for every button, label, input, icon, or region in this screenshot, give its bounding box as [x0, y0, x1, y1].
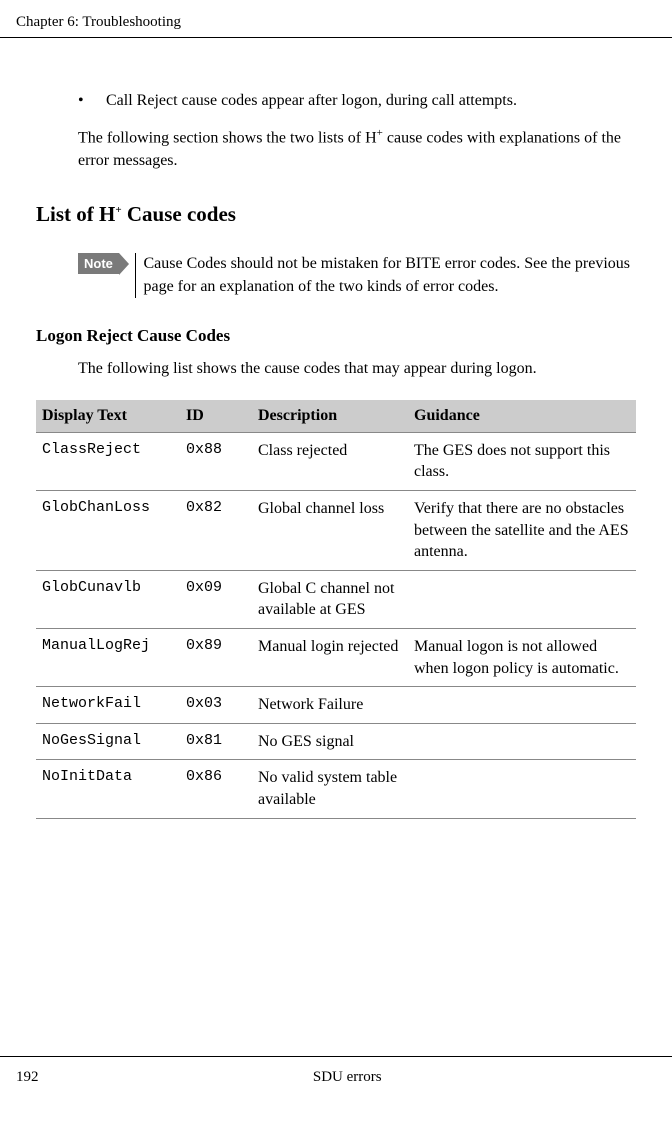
note-text: Cause Codes should not be mistaken for B… — [135, 253, 636, 298]
cell-id: 0x86 — [180, 760, 252, 818]
cell-desc: Network Failure — [252, 687, 408, 724]
cell-desc: Class rejected — [252, 432, 408, 490]
footer-title: SDU errors — [39, 1069, 657, 1086]
th-id: ID — [180, 400, 252, 433]
note-callout: Note Cause Codes should not be mistaken … — [78, 253, 636, 298]
cell-display: NoGesSignal — [36, 723, 180, 760]
table-row: ManualLogRej 0x89 Manual login rejected … — [36, 629, 636, 687]
section-title-b: Cause codes — [122, 202, 236, 226]
cell-display: GlobChanLoss — [36, 491, 180, 571]
cell-id: 0x89 — [180, 629, 252, 687]
table-row: NetworkFail 0x03 Network Failure — [36, 687, 636, 724]
chapter-label: Chapter 6: Troubleshooting — [16, 14, 181, 30]
footer-page-number: 192 — [16, 1069, 39, 1086]
cell-display: ManualLogRej — [36, 629, 180, 687]
cell-guidance — [408, 723, 636, 760]
sub-paragraph: The following list shows the cause codes… — [78, 360, 636, 378]
cell-desc: Manual login rejected — [252, 629, 408, 687]
table-row: ClassReject 0x88 Class rejected The GES … — [36, 432, 636, 490]
bullet-dot: • — [78, 92, 106, 110]
bullet-item: • Call Reject cause codes appear after l… — [78, 92, 636, 110]
cell-guidance — [408, 760, 636, 818]
table-row: GlobCunavlb 0x09 Global C channel not av… — [36, 570, 636, 628]
table-row: GlobChanLoss 0x82 Global channel loss Ve… — [36, 491, 636, 571]
cell-desc: No GES signal — [252, 723, 408, 760]
cell-display: NetworkFail — [36, 687, 180, 724]
page-content: • Call Reject cause codes appear after l… — [0, 38, 672, 819]
page-header: Chapter 6: Troubleshooting — [0, 0, 672, 38]
cell-guidance: Manual logon is not allowed when logon p… — [408, 629, 636, 687]
cell-id: 0x03 — [180, 687, 252, 724]
table-header-row: Display Text ID Description Guidance — [36, 400, 636, 433]
intro-text-a: The following section shows the two list… — [78, 129, 377, 146]
bullet-text: Call Reject cause codes appear after log… — [106, 92, 517, 110]
cell-id: 0x88 — [180, 432, 252, 490]
cell-guidance — [408, 570, 636, 628]
intro-paragraph: The following section shows the two list… — [78, 126, 636, 172]
cell-guidance — [408, 687, 636, 724]
table-row: NoGesSignal 0x81 No GES signal — [36, 723, 636, 760]
cell-id: 0x09 — [180, 570, 252, 628]
section-heading: List of H+ Cause codes — [36, 202, 636, 227]
table-row: NoInitData 0x86 No valid system table av… — [36, 760, 636, 818]
cause-codes-table: Display Text ID Description Guidance Cla… — [36, 400, 636, 819]
cell-guidance: The GES does not support this class. — [408, 432, 636, 490]
cell-desc: No valid system table available — [252, 760, 408, 818]
cell-desc: Global channel loss — [252, 491, 408, 571]
th-guidance: Guidance — [408, 400, 636, 433]
sub-heading: Logon Reject Cause Codes — [36, 326, 636, 346]
cell-desc: Global C channel not available at GES — [252, 570, 408, 628]
cell-display: GlobCunavlb — [36, 570, 180, 628]
cell-id: 0x81 — [180, 723, 252, 760]
page-footer: 192 SDU errors — [0, 1056, 672, 1086]
cell-id: 0x82 — [180, 491, 252, 571]
th-desc: Description — [252, 400, 408, 433]
th-display: Display Text — [36, 400, 180, 433]
note-tag: Note — [78, 253, 119, 274]
cell-display: NoInitData — [36, 760, 180, 818]
cell-display: ClassReject — [36, 432, 180, 490]
section-title-a: List of H — [36, 202, 115, 226]
cell-guidance: Verify that there are no obstacles betwe… — [408, 491, 636, 571]
